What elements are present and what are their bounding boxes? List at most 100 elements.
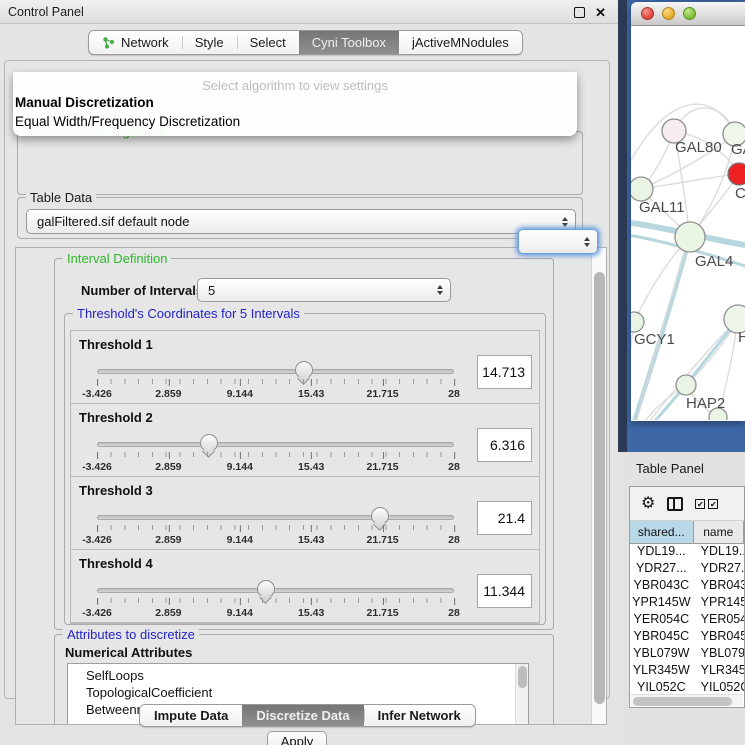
float-window-icon[interactable] [574,7,585,18]
gear-icon[interactable]: ⚙ [641,496,655,512]
settings-vertical-scrollbar[interactable] [591,248,606,724]
table-cell[interactable]: YLR345W [630,663,693,680]
table-cell[interactable]: YPR145W [693,595,744,612]
table-cell[interactable]: YER054C [630,612,693,629]
table-cell[interactable]: YBR043C [630,578,693,595]
table-row[interactable]: YBL079W YBL079W [630,646,744,663]
network-window-titlebar[interactable] [631,2,745,26]
close-icon[interactable]: ✕ [595,6,606,19]
column-header-shared-name[interactable]: shared... [630,521,694,543]
slider-track[interactable] [97,515,454,520]
dropdown-item-manual-discretization[interactable]: Manual Discretization [13,93,577,112]
tick-label: 9.144 [227,607,253,619]
zoom-traffic-light-icon[interactable] [683,7,696,20]
tab-infer-network[interactable]: Infer Network [364,705,475,726]
table-cell[interactable]: YDR27... [693,561,744,578]
column-header-name[interactable]: name [694,521,745,543]
tick-label: 28 [448,388,460,400]
table-scrollbar-thumb[interactable] [633,697,732,706]
network-icon [102,36,115,49]
threshold-slider[interactable]: -3.426 2.859 9.144 15.43 21.715 28 [97,507,454,547]
tab-cyni-toolbox[interactable]: Cyni Toolbox [299,31,399,54]
table-cell[interactable]: YBL079W [693,646,744,663]
cyni-content-panel: Discretization Algorithm Table Data galF… [4,60,610,699]
attribute-list-item[interactable]: SelfLoops [86,667,528,684]
table-cell[interactable]: YDR27... [630,561,693,578]
dropdown-header: Select algorithm to view settings [13,78,577,93]
slider-thumb[interactable] [371,507,387,527]
tick-label: 2.859 [155,388,181,400]
table-panel-title: Table Panel [636,461,704,476]
stepper-icon [562,217,568,227]
attribute-list-item[interactable]: TopologicalCoefficient [86,684,528,701]
threshold-slider[interactable]: -3.426 2.859 9.144 15.43 21.715 28 [97,361,454,401]
close-traffic-light-icon[interactable] [641,7,654,20]
tab-jactivemnodules[interactable]: jActiveMNodules [399,31,522,54]
tick-label: 15.43 [298,607,324,619]
table-cell[interactable]: YBR043C [693,578,744,595]
columns-icon[interactable] [667,497,683,511]
list-scrollbar-thumb[interactable] [518,666,527,688]
table-row[interactable]: YDL19... YDL19... [630,544,744,561]
dropdown-item-equal-width-frequency[interactable]: Equal Width/Frequency Discretization [13,112,577,131]
node-label: C [735,185,745,202]
tab-network[interactable]: Network [89,31,182,54]
threshold-value-field[interactable]: 14.713 [477,355,532,389]
table-row[interactable]: YPR145W YPR145W [630,595,744,612]
attributes-group-label: Attributes to discretize [63,627,199,642]
apply-button[interactable]: Apply [267,731,327,745]
slider-track[interactable] [97,588,454,593]
thresholds-group: Threshold's Coordinates for 5 Intervals … [64,313,546,625]
table-cell[interactable]: YLR345W [693,663,744,680]
discretization-algorithm-group: Discretization Algorithm [17,131,583,195]
threshold-slider[interactable]: -3.426 2.859 9.144 15.43 21.715 28 [97,580,454,620]
table-rows: YDL19... YDL19... YDR27... YDR27... YBR0… [630,544,744,697]
threshold-label: Threshold 4 [79,556,153,571]
tab-discretize-data[interactable]: Discretize Data [242,705,363,726]
slider-thumb[interactable] [295,361,311,381]
tab-select[interactable]: Select [237,31,299,54]
table-cell[interactable]: YDL19... [693,544,744,561]
threshold-slider[interactable]: -3.426 2.859 9.144 15.43 21.715 28 [97,434,454,474]
network-canvas[interactable]: GAL80 GA C GAL11 GAL4 GCY1 H HAP2 [631,26,745,420]
slider-track[interactable] [97,442,454,447]
node-gcy1[interactable] [631,312,644,332]
threshold-value-field[interactable]: 6.316 [477,428,532,462]
algorithm-combobox[interactable] [518,229,598,254]
table-cell[interactable]: YBL079W [630,646,693,663]
tick-label: -3.426 [82,534,112,546]
tab-impute-data[interactable]: Impute Data [140,705,242,726]
checkbox-icon[interactable]: ✔ [708,499,718,509]
table-panel: Table Panel ⚙ ✔ ✔ shared... name YDL19..… [618,452,745,745]
table-row[interactable]: YBR043C YBR043C [630,578,744,595]
table-row[interactable]: YER054C YER054C [630,612,744,629]
node-label: GAL80 [675,139,722,156]
table-data-combobox[interactable]: galFiltered.sif default node [26,209,576,234]
node-label: GA [731,141,745,158]
settings-scrollbar-thumb[interactable] [594,272,605,704]
threshold-row: Threshold 4 -3.426 2.859 9.144 15.43 [71,550,539,623]
table-row[interactable]: YBR045C YBR045C [630,629,744,646]
node-gal11[interactable] [631,177,653,201]
table-cell[interactable]: YER054C [693,612,744,629]
node-hap2[interactable] [676,375,696,395]
list-scrollbar[interactable] [515,664,528,725]
node-red[interactable] [728,163,745,185]
tab-style[interactable]: Style [182,31,237,54]
table-cell[interactable]: YPR145W [630,595,693,612]
table-row[interactable]: YLR345W YLR345W [630,663,744,680]
number-of-intervals-combobox[interactable]: 5 [197,278,451,302]
node-gal4[interactable] [675,222,705,252]
slider-thumb[interactable] [257,580,273,600]
table-cell[interactable]: YBR045C [630,629,693,646]
table-horizontal-scrollbar[interactable] [631,694,743,706]
threshold-value-field[interactable]: 21.4 [477,501,532,535]
checkbox-icon[interactable]: ✔ [695,499,705,509]
minimize-traffic-light-icon[interactable] [662,7,675,20]
table-row[interactable]: YDR27... YDR27... [630,561,744,578]
slider-track[interactable] [97,369,454,374]
table-cell[interactable]: YDL19... [630,544,693,561]
table-cell[interactable]: YBR045C [693,629,744,646]
slider-thumb[interactable] [200,434,216,454]
threshold-value-field[interactable]: 11.344 [477,574,532,608]
